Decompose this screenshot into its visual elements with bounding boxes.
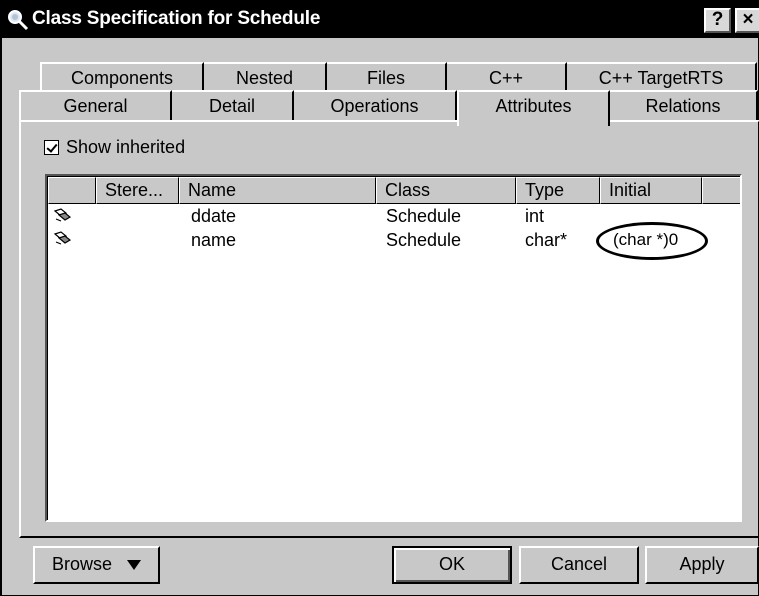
apply-button[interactable]: Apply (645, 546, 759, 584)
tab-files[interactable]: Files (327, 62, 447, 92)
attribute-icon (53, 231, 72, 245)
tab-operations[interactable]: Operations (294, 90, 457, 120)
tab-detail[interactable]: Detail (172, 90, 294, 120)
ok-button[interactable]: OK (392, 546, 512, 584)
row-1-class: Schedule (386, 206, 462, 226)
row-2-type: char* (525, 230, 568, 250)
column-header-initial[interactable]: Initial (600, 177, 702, 204)
row-2-class: Schedule (386, 230, 462, 250)
highlight-ellipse (596, 222, 708, 260)
help-button[interactable]: ? (704, 8, 731, 33)
title-bar[interactable]: Class Specification for Schedule ? × (2, 2, 759, 38)
checkbox-checked[interactable] (44, 139, 59, 155)
tab-nested[interactable]: Nested (204, 62, 327, 92)
cancel-button[interactable]: Cancel (519, 546, 639, 584)
column-header-name[interactable]: Name (179, 177, 376, 204)
row-1-type: int (525, 206, 545, 226)
magnifier-icon (8, 10, 29, 31)
attribute-icon (53, 208, 72, 222)
tab-cpp-targetrts[interactable]: C++ TargetRTS (567, 62, 757, 92)
tab-attributes[interactable]: Attributes (457, 90, 610, 126)
browse-label: Browse (51, 554, 112, 574)
dropdown-arrow-icon (127, 560, 142, 571)
column-header-empty[interactable] (702, 177, 740, 204)
tab-cpp[interactable]: C++ (447, 62, 567, 92)
class-specification-dialog: Class Specification for Schedule ? × Com… (0, 0, 759, 596)
tab-relations[interactable]: Relations (610, 90, 758, 120)
column-header-type[interactable]: Type (516, 177, 600, 204)
row-1-name: ddate (191, 206, 237, 226)
close-button[interactable]: × (735, 8, 759, 33)
window-title: Class Specification for Schedule (32, 8, 321, 29)
column-header-stereotype[interactable]: Stere... (96, 177, 179, 204)
row-2-name: name (191, 230, 237, 250)
show-inherited-label: Show inherited (66, 136, 186, 157)
column-header-icon[interactable] (48, 177, 96, 204)
tab-general[interactable]: General (19, 90, 172, 120)
column-header-class[interactable]: Class (376, 177, 516, 204)
browse-button[interactable]: Browse (33, 546, 160, 584)
show-inherited-checkbox[interactable]: Show inherited (44, 136, 185, 158)
tab-components[interactable]: Components (40, 62, 204, 92)
